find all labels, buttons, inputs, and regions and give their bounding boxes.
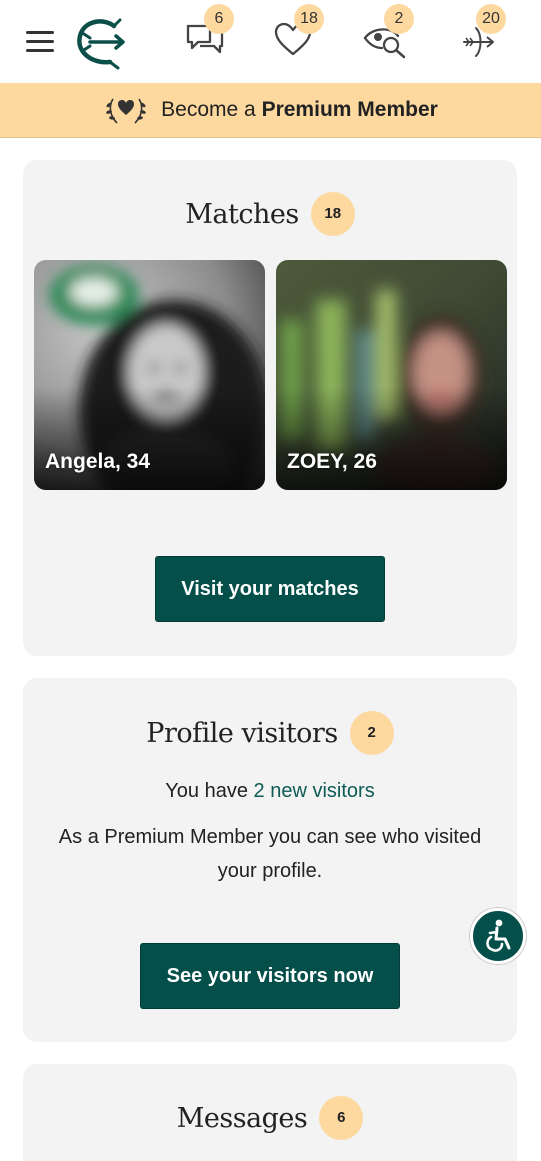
matches-title: Matches xyxy=(185,198,299,230)
top-navigation: 6 18 2 20 xyxy=(0,0,541,83)
matches-count-badge: 20 xyxy=(476,4,506,34)
matches-header: Matches 18 xyxy=(23,192,517,236)
see-visitors-button[interactable]: See your visitors now xyxy=(140,943,400,1009)
nav-likes-button[interactable]: 18 xyxy=(272,4,324,62)
premium-banner[interactable]: Become a Premium Member xyxy=(0,83,541,138)
messages-title: Messages xyxy=(176,1102,308,1134)
visit-matches-button[interactable]: Visit your matches xyxy=(155,556,385,622)
nav-messages-button[interactable]: 6 xyxy=(184,4,234,62)
nav-matches-button[interactable]: 20 xyxy=(460,4,506,62)
premium-banner-text: Become a Premium Member xyxy=(161,98,438,121)
visitors-header: Profile visitors 2 xyxy=(23,711,517,755)
laurel-heart-icon xyxy=(106,98,147,124)
messages-header: Messages 6 xyxy=(23,1096,517,1140)
accessibility-icon xyxy=(486,919,511,952)
profile-visitors-card: Profile visitors 2 You have 2 new visito… xyxy=(23,678,517,1042)
messages-card: Messages 6 xyxy=(23,1064,517,1161)
visitors-title: Profile visitors xyxy=(146,717,338,749)
match-name: ZOEY, 26 xyxy=(287,450,377,473)
match-name: Angela, 34 xyxy=(45,450,151,473)
visitors-count-badge: 2 xyxy=(384,4,414,34)
messages-count-badge: 6 xyxy=(319,1096,364,1140)
visitors-count-badge: 2 xyxy=(349,711,394,755)
new-visitors-line: You have 2 new visitors xyxy=(165,780,375,802)
match-card-angela[interactable]: Angela, 34 xyxy=(34,260,265,490)
matches-count-badge: 18 xyxy=(310,192,355,236)
menu-icon[interactable] xyxy=(26,31,54,53)
likes-count-badge: 18 xyxy=(294,4,324,34)
visitors-description: As a Premium Member you can see who visi… xyxy=(58,826,482,882)
messages-count-badge: 6 xyxy=(204,4,234,34)
logo-icon[interactable] xyxy=(70,12,126,70)
matches-card: Matches 18 Angela, 34 ZOEY, 26 Visit you… xyxy=(23,160,517,656)
match-card-zoey[interactable]: ZOEY, 26 xyxy=(276,260,507,490)
nav-visitors-button[interactable]: 2 xyxy=(362,4,414,62)
new-visitors-link[interactable]: 2 new visitors xyxy=(254,780,375,802)
accessibility-button[interactable] xyxy=(470,908,526,964)
